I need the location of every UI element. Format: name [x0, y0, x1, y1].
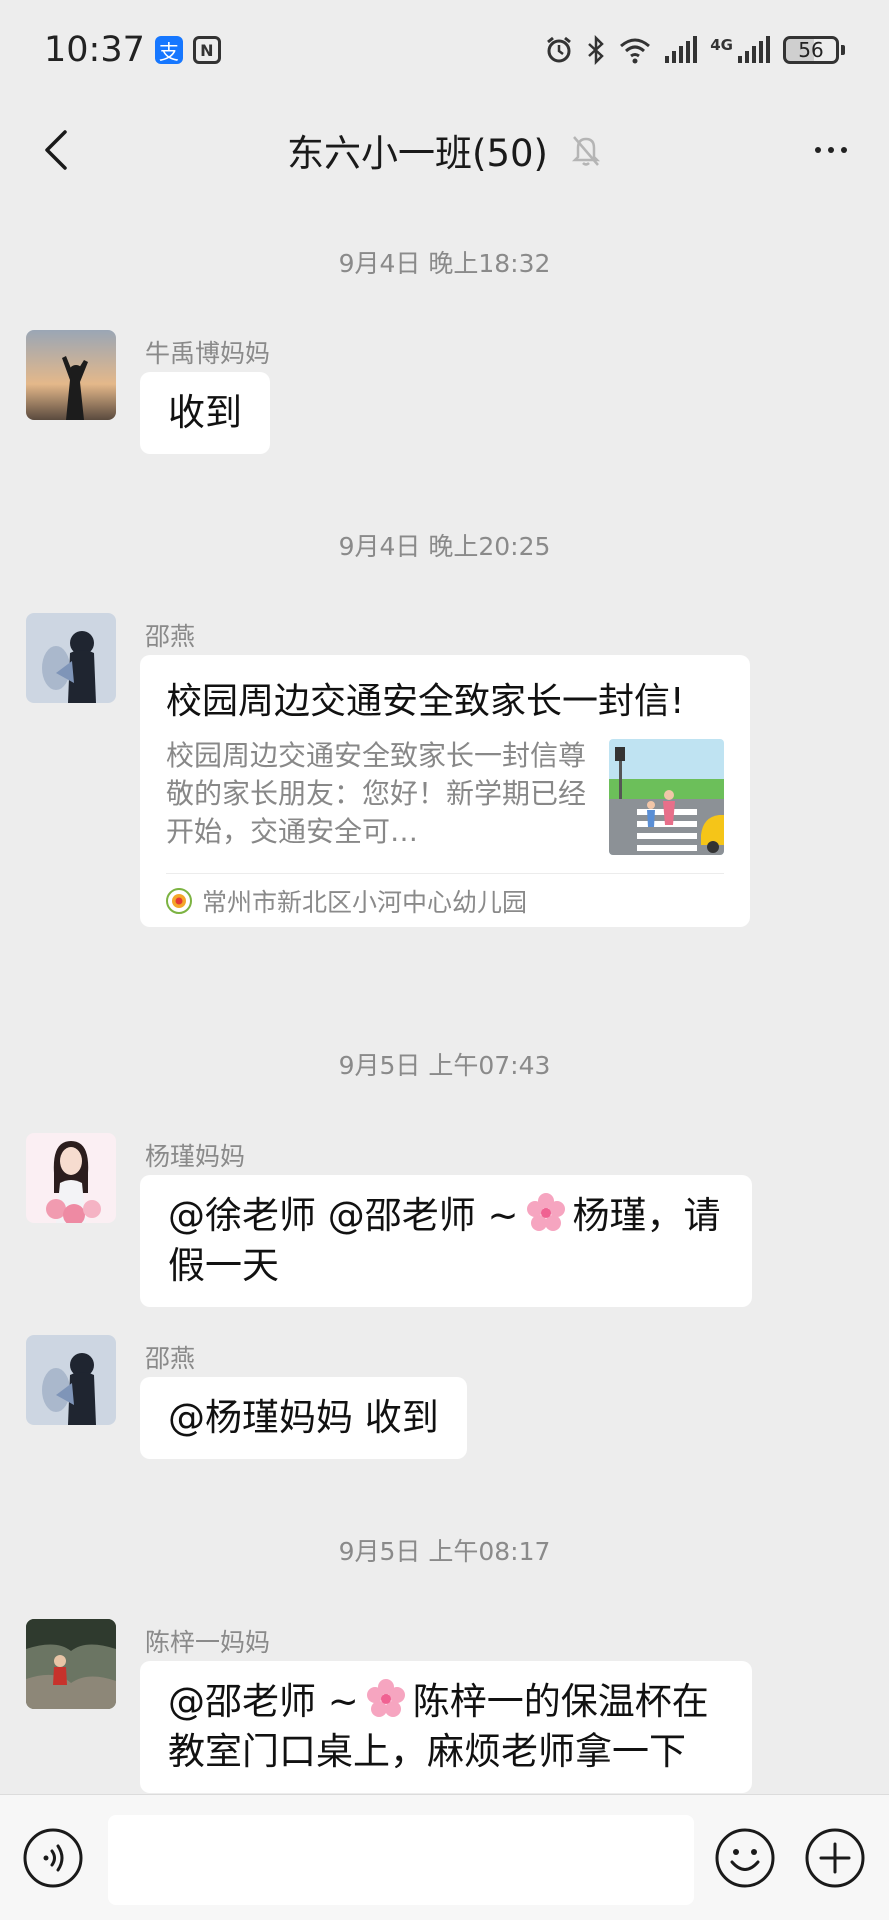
more-dot	[828, 147, 834, 153]
status-time: 10:37	[44, 30, 145, 70]
emoji-icon	[715, 1828, 775, 1888]
chat-title: 东六小一班(50)	[287, 132, 548, 175]
link-card-source-name: 常州市新北区小河中心幼儿园	[202, 887, 528, 917]
link-card-thumbnail	[608, 739, 724, 855]
bell-muted-icon	[571, 136, 600, 166]
message-bubble[interactable]: @杨瑾妈妈 收到	[140, 1377, 467, 1459]
voice-button[interactable]	[22, 1827, 84, 1889]
message-text: 假一天	[168, 1244, 279, 1287]
plus-button[interactable]	[804, 1827, 866, 1889]
message-bubble[interactable]: 收到	[140, 372, 270, 454]
link-card-source: 常州市新北区小河中心幼儿园	[166, 873, 724, 927]
sender-name: 邵燕	[145, 1344, 196, 1373]
message-text: 陈梓一的保温杯在	[412, 1680, 709, 1723]
avatar[interactable]	[26, 1335, 116, 1425]
cherry-blossom-emoji-icon	[366, 1679, 405, 1717]
bluetooth-icon	[588, 35, 605, 65]
sender-name: 陈梓一妈妈	[145, 1628, 271, 1657]
network-type-label: 4G	[710, 36, 733, 54]
nav-bar: 东六小一班(50)	[0, 100, 889, 200]
back-button[interactable]	[28, 122, 84, 178]
input-bar	[0, 1794, 889, 1920]
avatar[interactable]	[26, 1619, 116, 1709]
chat-messages[interactable]: 9月4日 晚上18:32 牛禹博妈妈 收到 9月4日 晚上20:25 邵燕 校园…	[0, 200, 889, 1794]
avatar[interactable]	[26, 1133, 116, 1223]
message-text: 教室门口桌上，麻烦老师拿一下	[168, 1730, 686, 1773]
nfc-icon: N	[192, 36, 221, 64]
avatar[interactable]	[26, 330, 116, 420]
timestamp-label: 9月4日 晚上18:32	[338, 249, 551, 278]
timestamp-label: 9月5日 上午07:43	[338, 1051, 551, 1080]
more-button[interactable]	[803, 122, 859, 178]
link-card[interactable]: 校园周边交通安全致家长一封信! 校园周边交通安全致家长一封信尊敬的家长朋友：您好…	[140, 655, 750, 927]
avatar[interactable]	[26, 613, 116, 703]
message-text: @邵老师 ~	[168, 1680, 359, 1723]
signal-4g-icon	[738, 36, 770, 63]
plus-icon	[805, 1828, 865, 1888]
voice-icon	[23, 1828, 83, 1888]
alipay-icon: 支	[154, 36, 183, 64]
sender-name: 邵燕	[145, 622, 196, 651]
battery-level: 56	[783, 36, 839, 64]
wifi-icon	[620, 38, 651, 64]
message-bubble[interactable]: @徐老师 @邵老师 ~ 杨瑾，请 假一天	[140, 1175, 752, 1307]
message-text: 杨瑾，请	[572, 1194, 721, 1237]
sender-name: 杨瑾妈妈	[145, 1142, 246, 1171]
alarm-icon	[547, 36, 572, 63]
message-input[interactable]	[108, 1815, 694, 1905]
timestamp-label: 9月5日 上午08:17	[338, 1537, 551, 1566]
kindergarten-logo-icon	[166, 887, 192, 914]
timestamp-label: 9月4日 晚上20:25	[338, 532, 551, 561]
chevron-left-icon	[45, 130, 67, 170]
battery-tip	[841, 45, 845, 55]
link-card-body: 校园周边交通安全致家长一封信尊敬的家长朋友：您好！新学期已经开始，交通安全可…	[166, 737, 724, 855]
battery-indicator: 56	[783, 36, 845, 64]
link-card-description: 校园周边交通安全致家长一封信尊敬的家长朋友：您好！新学期已经开始，交通安全可…	[166, 739, 587, 848]
cherry-blossom-emoji-icon	[526, 1193, 565, 1231]
more-dot	[841, 147, 847, 153]
message-bubble[interactable]: @邵老师 ~ 陈梓一的保温杯在 教室门口桌上，麻烦老师拿一下	[140, 1661, 752, 1793]
sender-name: 牛禹博妈妈	[145, 339, 271, 368]
emoji-button[interactable]	[714, 1827, 776, 1889]
status-left: 10:37 支 N	[44, 30, 221, 70]
status-bar: 10:37 支 N 4G 56	[0, 0, 889, 100]
link-card-title: 校园周边交通安全致家长一封信!	[166, 681, 685, 722]
more-dot	[815, 147, 821, 153]
signal-icon	[665, 36, 698, 63]
status-right: 4G 56	[544, 35, 845, 65]
message-text: @徐老师 @邵老师 ~	[168, 1194, 519, 1237]
